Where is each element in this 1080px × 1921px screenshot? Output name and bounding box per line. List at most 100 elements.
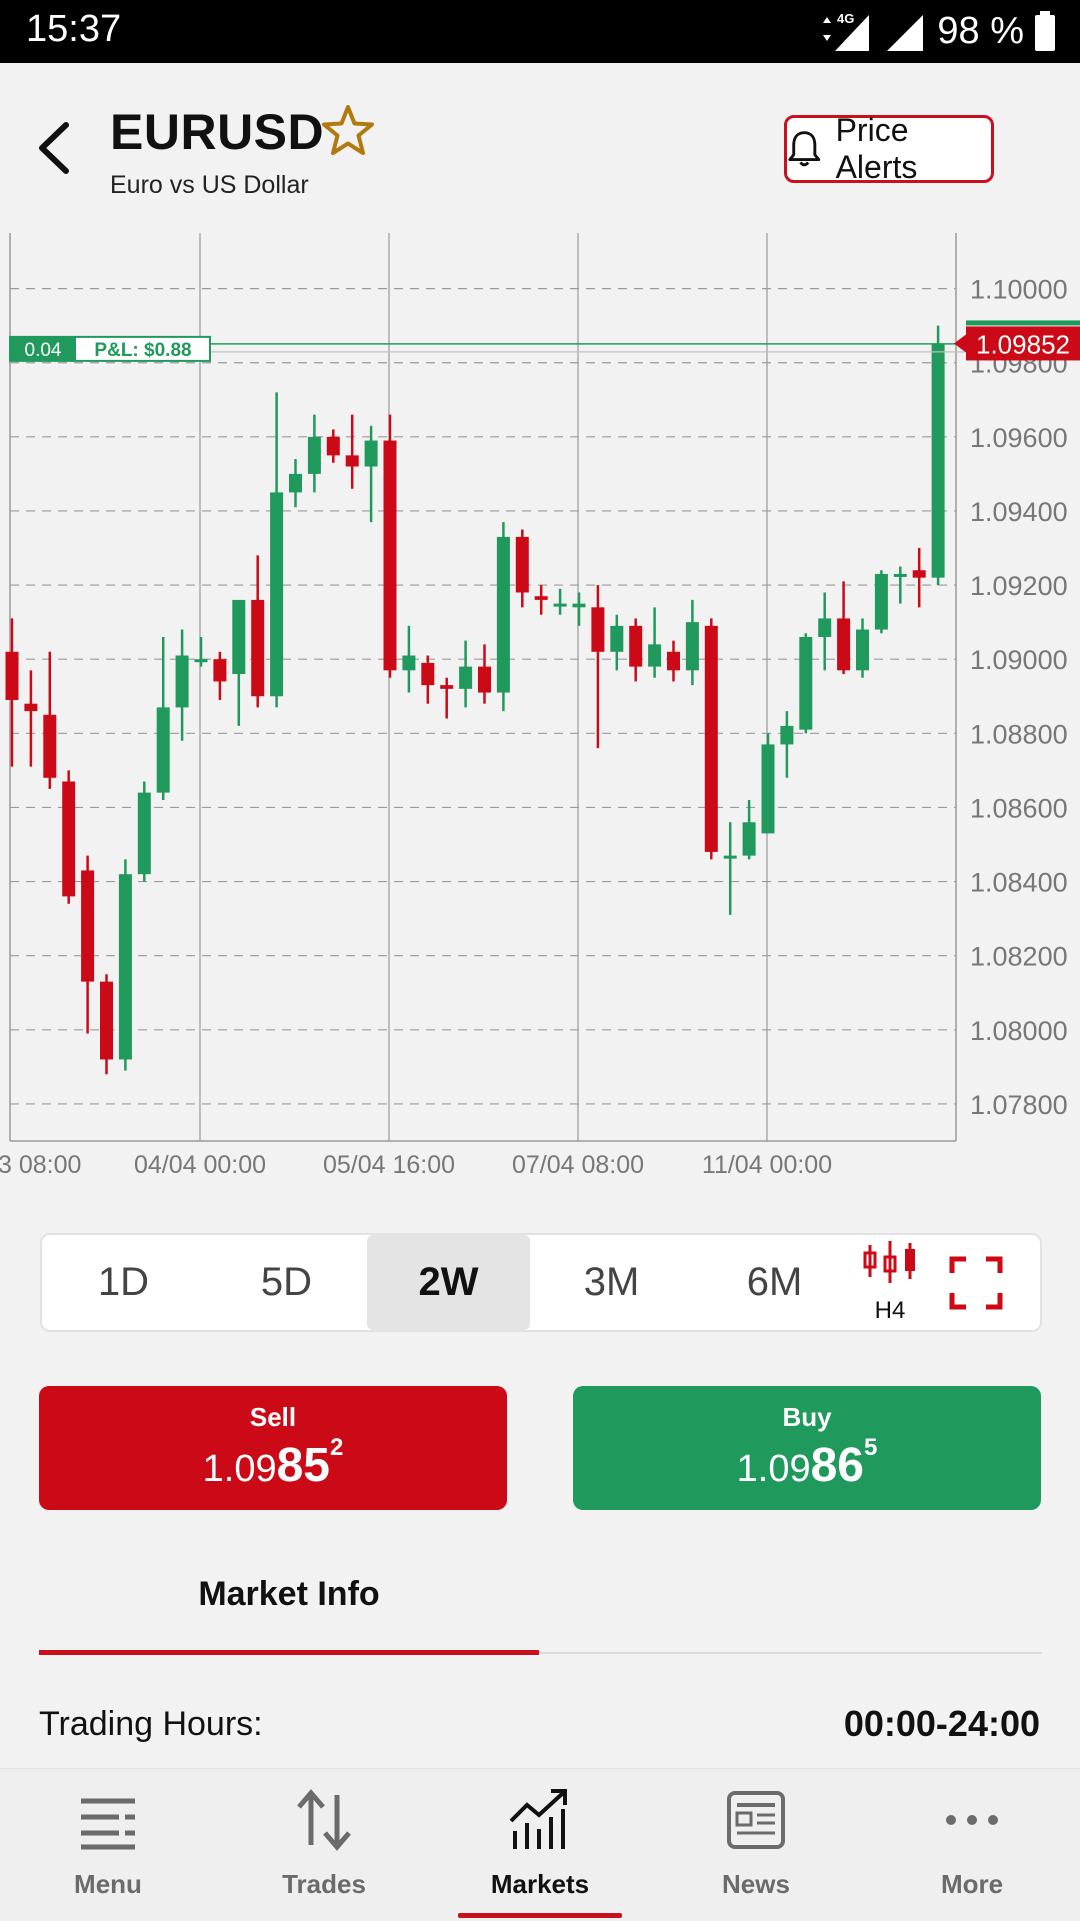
candle-body (629, 625, 643, 667)
candle-body (818, 618, 832, 637)
candle-body (364, 440, 378, 467)
candle-body (591, 607, 605, 652)
markets-icon (509, 1789, 567, 1849)
buy-price: 1.09865 (573, 1434, 1041, 1493)
nav-trades-label: Trades (282, 1869, 366, 1899)
candle-body (723, 855, 737, 859)
x-tick-label: 3 08:00 (0, 1151, 81, 1179)
timeframe-3m[interactable]: 3M (530, 1235, 693, 1330)
candle-body (780, 725, 794, 745)
candle-body (43, 714, 57, 778)
candle-body (610, 625, 624, 652)
candlestick-icon (863, 1241, 915, 1283)
favorite-button[interactable] (320, 103, 380, 163)
y-tick-label: 1.09200 (970, 571, 1068, 601)
network-type: 4G (837, 11, 854, 26)
sell-price-big: 85 (276, 1439, 330, 1492)
nav-active-indicator (458, 1913, 622, 1918)
current-price-label: 1.09852 (976, 329, 1070, 359)
status-time: 15:37 (26, 8, 122, 50)
candle-body (837, 618, 851, 671)
candle-body (345, 455, 359, 467)
candle-body (118, 874, 132, 1060)
candle-body (213, 659, 227, 682)
network-signal-icon: 4G (823, 11, 870, 51)
candle-body (667, 651, 680, 671)
candle-body (270, 492, 284, 697)
nav-news[interactable]: News (648, 1769, 864, 1921)
x-tick-label: 07/04 08:00 (512, 1151, 644, 1179)
candle-body (742, 822, 756, 856)
candle-body (251, 599, 265, 697)
candle-body (62, 781, 76, 897)
instrument-description: Euro vs US Dollar (110, 171, 309, 199)
timeframe-1d[interactable]: 1D (42, 1235, 205, 1330)
candle-body (289, 473, 302, 493)
x-tick-label: 04/04 00:00 (134, 1151, 266, 1179)
timeframe-6m[interactable]: 6M (693, 1235, 856, 1330)
candle-body (648, 644, 662, 667)
candle-body (194, 659, 208, 663)
back-button[interactable] (28, 113, 84, 183)
candle-body (553, 603, 567, 607)
price-chart[interactable]: 1.10000 1.09800 1.09600 1.09400 1.09200 1.090… (0, 233, 1080, 1193)
trading-hours-label: Trading Hours: (39, 1705, 263, 1743)
buy-price-prefix: 1.09 (736, 1448, 811, 1490)
candle-body (326, 436, 340, 456)
sell-button[interactable]: Sell 1.09852 (39, 1386, 507, 1510)
candle-body (704, 625, 718, 852)
y-tick-label: 1.09600 (970, 423, 1068, 453)
candle-body (478, 666, 491, 693)
candle-body (496, 536, 510, 693)
tab-divider (539, 1652, 1042, 1654)
ask-price-marker (966, 320, 1080, 326)
news-icon (727, 1791, 785, 1849)
buy-button[interactable]: Buy 1.09865 (573, 1386, 1041, 1510)
tab-active-indicator (39, 1650, 539, 1655)
candle-body (931, 344, 945, 578)
nav-markets[interactable]: Markets (432, 1769, 648, 1921)
candle-body (799, 636, 813, 730)
price-alerts-label: Price Alerts (835, 112, 918, 185)
battery-percent: 98 % (937, 9, 1024, 52)
bottom-navigation: Menu Trades Markets News More (0, 1768, 1080, 1921)
y-tick-label: 1.08200 (970, 942, 1068, 972)
candle-body (440, 685, 454, 689)
status-bar: 15:37 4G 98 % (0, 0, 1080, 63)
star-icon (322, 105, 374, 155)
nav-news-label: News (722, 1869, 790, 1899)
candle-body (137, 792, 151, 875)
nav-menu[interactable]: Menu (0, 1769, 216, 1921)
candlestick-chart[interactable]: 1.100001.098001.096001.094001.092001.090… (0, 233, 1080, 1193)
nav-menu-label: Menu (74, 1869, 142, 1899)
nav-more-label: More (940, 1869, 1004, 1899)
trades-icon (297, 1789, 351, 1851)
y-tick-label: 1.08600 (970, 793, 1068, 823)
chart-interval-label: H4 (874, 1297, 906, 1324)
position-pl: P&L: $0.88 (94, 340, 191, 361)
y-tick-label: 1.09400 (970, 497, 1068, 527)
candle-body (534, 596, 548, 600)
price-alerts-button[interactable]: Price Alerts (784, 112, 994, 185)
x-tick-label: 05/04 16:00 (323, 1151, 455, 1179)
timeframe-2w[interactable]: 2W (367, 1235, 530, 1330)
y-tick-label: 1.09000 (970, 645, 1068, 675)
instrument-symbol: EURUSD (110, 104, 325, 160)
buy-label: Buy (782, 1402, 832, 1432)
chart-type-button[interactable]: H4 (860, 1239, 920, 1327)
tab-market-info[interactable]: Market Info (39, 1575, 539, 1635)
candle-body (515, 536, 529, 593)
nav-trades[interactable]: Trades (216, 1769, 432, 1921)
candle-body (5, 651, 19, 700)
fullscreen-button[interactable] (948, 1255, 1004, 1311)
sell-price: 1.09852 (39, 1434, 507, 1493)
y-tick-label: 1.08400 (970, 868, 1068, 898)
nav-more[interactable]: More (864, 1769, 1080, 1921)
cell-signal-icon (887, 15, 924, 51)
bell-icon (788, 131, 821, 167)
y-tick-label: 1.07800 (970, 1090, 1068, 1120)
timeframe-5d[interactable]: 5D (205, 1235, 368, 1330)
sell-price-pip: 2 (330, 1434, 344, 1461)
x-tick-label: 11/04 00:00 (702, 1151, 832, 1179)
candle-body (856, 629, 869, 671)
